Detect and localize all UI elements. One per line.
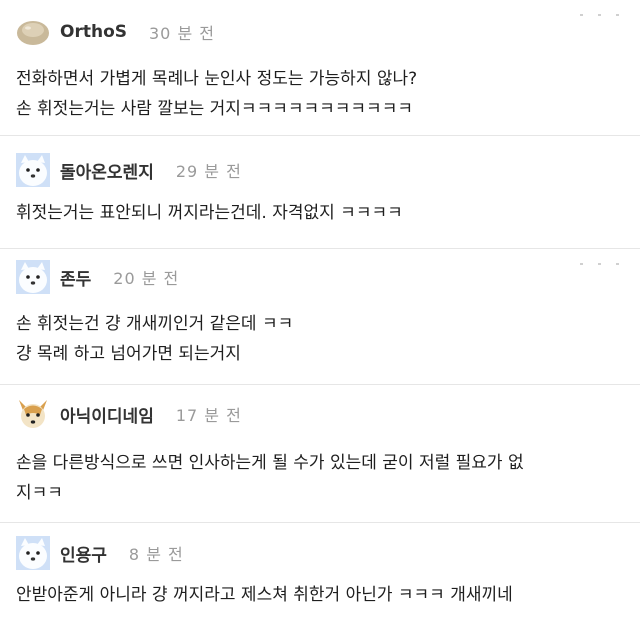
comment-author[interactable]: 아닉이디네임 bbox=[60, 402, 154, 427]
comment-text-line: 지ㅋㅋ bbox=[16, 483, 63, 503]
comment-author[interactable]: 인용구 bbox=[60, 541, 107, 566]
comment-author[interactable]: 존두 bbox=[60, 265, 91, 290]
comment-text-line: 휘젓는거는 표안되니 꺼지라는건데. 자격없지 ㅋㅋㅋㅋ bbox=[16, 203, 403, 223]
comment-item: 돌아온오렌지 29 분 전 휘젓는거는 표안되니 꺼지라는건데. 자격없지 ㅋㅋ… bbox=[0, 136, 640, 249]
white-dog-avatar-icon[interactable] bbox=[16, 260, 50, 294]
comment-item: OrthoS 30 분 전 전화하면서 가볍게 목례나 눈인사 정도는 가능하지… bbox=[0, 0, 640, 136]
comment-author[interactable]: OrthoS bbox=[60, 22, 127, 42]
comment-timestamp: 17 분 전 bbox=[175, 406, 242, 425]
comment-timestamp: 20 분 전 bbox=[113, 269, 180, 288]
white-dog-avatar-icon[interactable] bbox=[16, 153, 50, 187]
comment-text-line: 손 휘젓는거는 사람 깔보는 거지ㅋㅋㅋㅋㅋㅋㅋㅋㅋㅋㅋ bbox=[16, 99, 413, 119]
comment-text-line: 손을 다른방식으로 쓰면 인사하는게 될 수가 있는데 굳이 저럴 필요가 없 bbox=[16, 453, 524, 473]
comment-item: 인용구 8 분 전 안받아준게 아니라 걍 꺼지라고 제스쳐 취한거 아닌가 ㅋ… bbox=[0, 523, 640, 624]
comment-author[interactable]: 돌아온오렌지 bbox=[60, 158, 154, 183]
white-dog-avatar-icon[interactable] bbox=[16, 536, 50, 570]
comment-text-line: 안받아준게 아니라 걍 꺼지라고 제스쳐 취한거 아닌가 ㅋㅋㅋ 개새끼네 bbox=[16, 585, 513, 605]
more-options-icon[interactable] bbox=[580, 259, 620, 269]
comment-item: 아닉이디네임 17 분 전 손을 다른방식으로 쓰면 인사하는게 될 수가 있는… bbox=[0, 385, 640, 523]
comment-item: 존두 20 분 전 손 휘젓는건 걍 개새끼인거 같은데 ㅋㅋ 걍 목례 하고 … bbox=[0, 249, 640, 385]
comment-text-line: 손 휘젓는건 걍 개새끼인거 같은데 ㅋㅋ bbox=[16, 314, 294, 334]
comment-timestamp: 29 분 전 bbox=[175, 162, 242, 181]
fox-dog-avatar-icon[interactable] bbox=[16, 397, 50, 431]
comment-text-line: 전화하면서 가볍게 목례나 눈인사 정도는 가능하지 않나? bbox=[16, 69, 418, 89]
comment-text-line: 걍 목례 하고 넘어가면 되는거지 bbox=[16, 344, 241, 364]
blob-avatar-icon[interactable] bbox=[16, 15, 50, 49]
comment-timestamp: 8 분 전 bbox=[128, 545, 184, 564]
more-options-icon[interactable] bbox=[580, 10, 620, 20]
comment-timestamp: 30 분 전 bbox=[149, 24, 215, 43]
